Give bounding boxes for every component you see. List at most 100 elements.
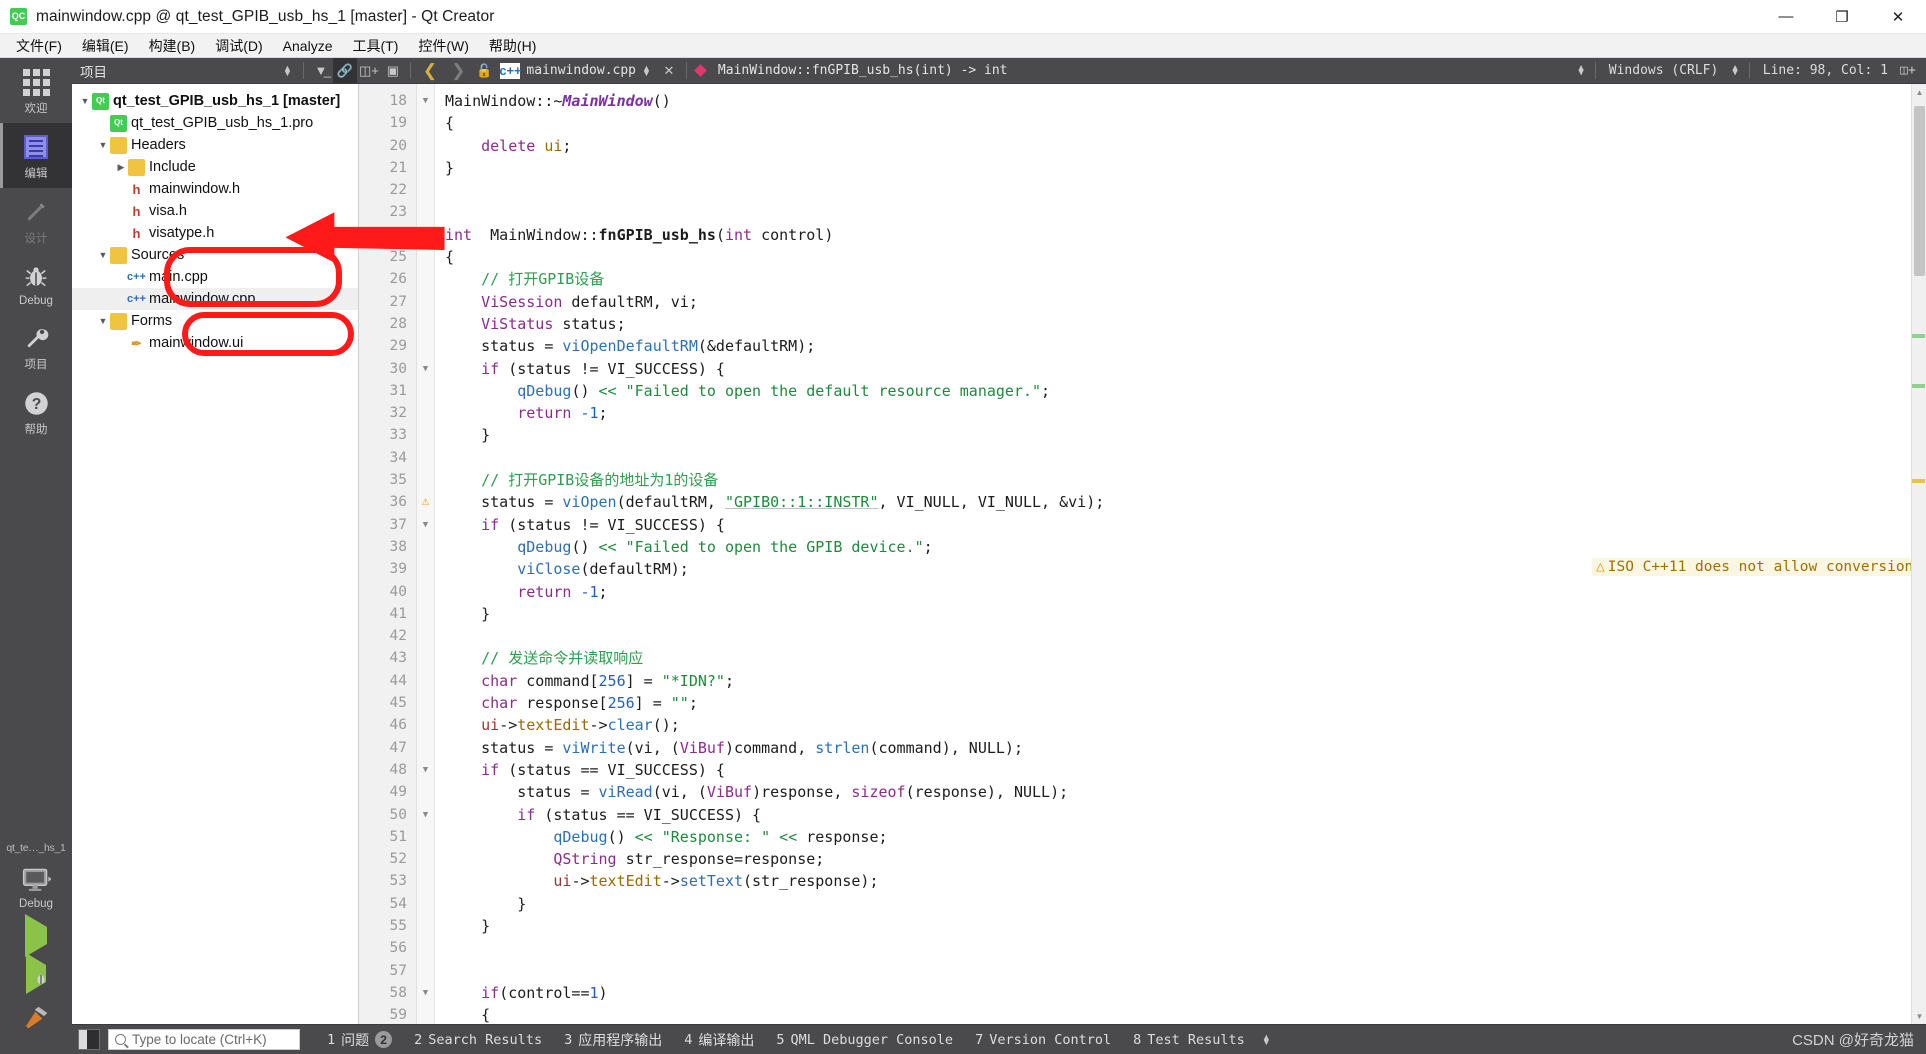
menu-widgets[interactable]: 控件(W) bbox=[408, 34, 479, 58]
split-editor-icon[interactable]: ◫+ bbox=[1896, 63, 1920, 78]
run-button[interactable] bbox=[0, 914, 72, 957]
close-file-icon[interactable]: ✕ bbox=[657, 58, 681, 83]
debug-button[interactable] bbox=[0, 953, 72, 994]
fold-marker-icon[interactable]: ▼ bbox=[417, 759, 434, 781]
code-line[interactable]: return -1; bbox=[435, 581, 1926, 603]
code-editor-pane[interactable]: 18 19 20 21 22 23 24 25 26 27 28 29 30 31 32 33 34 35 36 37… bbox=[359, 84, 1926, 1024]
toggle-sidebar-button[interactable] bbox=[78, 1029, 100, 1050]
chevron-right-icon[interactable]: ▶ bbox=[114, 162, 128, 173]
split-add-icon[interactable]: ◫+ bbox=[357, 58, 381, 83]
code-line[interactable]: if (status != VI_SUCCESS) { bbox=[435, 358, 1926, 380]
code-line[interactable]: { bbox=[435, 112, 1926, 134]
code-line[interactable]: char command[256] = "*IDN?"; bbox=[435, 670, 1926, 692]
code-text[interactable]: MainWindow::~MainWindow(){ delete ui;} i… bbox=[435, 84, 1926, 1024]
output-tab-------[interactable]: 3 应用程序输出 bbox=[553, 1030, 673, 1050]
mode-button-debug[interactable]: Debug bbox=[0, 253, 72, 314]
menu-edit[interactable]: 编辑(E) bbox=[72, 34, 139, 58]
code-line[interactable]: } bbox=[435, 893, 1926, 915]
code-line[interactable]: } bbox=[435, 424, 1926, 446]
code-line[interactable]: // 打开GPIB设备的地址为1的设备 bbox=[435, 469, 1926, 491]
tree-item-main.cpp[interactable]: c++ main.cpp bbox=[72, 266, 358, 288]
maximize-button[interactable]: ❐ bbox=[1814, 0, 1870, 33]
code-line[interactable]: int MainWindow::fnGPIB_usb_hs(int contro… bbox=[435, 224, 1926, 246]
output-tabs-overflow-icon[interactable]: ▲ ▼ bbox=[1256, 1032, 1277, 1046]
code-line[interactable]: ui->textEdit->setText(str_response); bbox=[435, 870, 1926, 892]
sort-updown-icon[interactable]: ▲ ▼ bbox=[277, 63, 298, 77]
encoding-dropdown-icon[interactable]: ▲ ▼ bbox=[1726, 63, 1743, 77]
code-line[interactable]: MainWindow::~MainWindow() bbox=[435, 90, 1926, 112]
scroll-down-arrow[interactable]: ▼ bbox=[1912, 1008, 1926, 1024]
menu-help[interactable]: 帮助(H) bbox=[479, 34, 546, 58]
fold-marker-icon[interactable]: ▼ bbox=[417, 358, 434, 380]
open-file-selector[interactable]: c++ mainwindow.cpp bbox=[496, 62, 636, 79]
code-line[interactable]: if(control==1) bbox=[435, 982, 1926, 1004]
code-line[interactable]: ViStatus status; bbox=[435, 313, 1926, 335]
output-tab-search-results[interactable]: 2 Search Results bbox=[403, 1032, 553, 1048]
chevron-down-icon[interactable]: ▼ bbox=[78, 96, 92, 106]
tree-item-include[interactable]: ▶ Include bbox=[72, 156, 358, 178]
code-line[interactable] bbox=[435, 447, 1926, 469]
minimize-button[interactable]: — bbox=[1758, 0, 1814, 33]
tree-item-visatype.h[interactable]: h visatype.h bbox=[72, 222, 358, 244]
back-icon[interactable]: ❮ bbox=[416, 61, 444, 81]
tree-item-qt_test_gpib_usb_hs_1--master-[interactable]: ▼ Qt qt_test_GPIB_usb_hs_1 [master] bbox=[72, 90, 358, 112]
code-line[interactable] bbox=[435, 960, 1926, 982]
code-line[interactable] bbox=[435, 625, 1926, 647]
code-line[interactable]: status = viRead(vi, (ViBuf)response, siz… bbox=[435, 781, 1926, 803]
run-configuration-selector[interactable]: Debug bbox=[0, 856, 72, 917]
output-tab-qml-debugger-console[interactable]: 5 QML Debugger Console bbox=[765, 1032, 964, 1048]
fold-marker-icon[interactable]: ▼ bbox=[417, 804, 434, 826]
menu-debug[interactable]: 调试(D) bbox=[205, 34, 272, 58]
code-line[interactable] bbox=[435, 179, 1926, 201]
forward-icon[interactable]: ❯ bbox=[444, 61, 472, 81]
warning-triangle-icon[interactable]: ⚠ bbox=[417, 491, 434, 513]
project-tree-pane[interactable]: ▼ Qt qt_test_GPIB_usb_hs_1 [master] Qt qt_te… bbox=[72, 84, 359, 1024]
code-line[interactable]: // 发送命令并读取响应 bbox=[435, 647, 1926, 669]
chevron-down-icon[interactable]: ▼ bbox=[96, 316, 110, 326]
scrollbar-thumb[interactable] bbox=[1914, 106, 1925, 276]
fold-marker-icon[interactable]: ▼ bbox=[417, 90, 434, 112]
symbol-selector[interactable]: MainWindow::fnGPIB_usb_hs(int) -> int bbox=[692, 63, 1008, 78]
code-line[interactable]: } bbox=[435, 157, 1926, 179]
layout-icon[interactable]: ▣ bbox=[381, 58, 405, 83]
code-line[interactable]: qDebug() << "Failed to open the GPIB dev… bbox=[435, 536, 1926, 558]
mode-button-welcome[interactable]: 欢迎 bbox=[0, 58, 72, 123]
file-dropdown-icon[interactable]: ▲ ▼ bbox=[636, 63, 657, 77]
code-line[interactable]: char response[256] = ""; bbox=[435, 692, 1926, 714]
code-line[interactable]: status = viOpen(defaultRM, "GPIB0::1::IN… bbox=[435, 491, 1926, 513]
code-line[interactable]: { bbox=[435, 246, 1926, 268]
mode-button-projects[interactable]: 项目 bbox=[0, 314, 72, 379]
output-tab-----[interactable]: 4 编译输出 bbox=[673, 1030, 765, 1050]
mode-button-design[interactable]: 设计 bbox=[0, 188, 72, 253]
chevron-down-icon[interactable]: ▼ bbox=[96, 140, 110, 150]
mode-button-edit[interactable]: 编辑 bbox=[0, 123, 72, 188]
code-line[interactable]: QString str_response=response; bbox=[435, 848, 1926, 870]
code-line[interactable]: delete ui; bbox=[435, 135, 1926, 157]
output-tab-version-control[interactable]: 7 Version Control bbox=[964, 1032, 1122, 1048]
fold-marker-column[interactable]: ▼ ▼ ▼ ⚠ ▼ ▼ ▼ ▼ bbox=[417, 84, 435, 1024]
fold-marker-icon[interactable]: ▼ bbox=[417, 982, 434, 1004]
link-icon[interactable]: 🔗 bbox=[332, 58, 357, 83]
close-button[interactable]: ✕ bbox=[1870, 0, 1926, 33]
chevron-down-icon[interactable]: ▼ bbox=[96, 250, 110, 260]
code-line[interactable]: if (status == VI_SUCCESS) { bbox=[435, 804, 1926, 826]
code-line[interactable]: qDebug() << "Failed to open the default … bbox=[435, 380, 1926, 402]
mode-button-help[interactable]: ? 帮助 bbox=[0, 379, 72, 444]
code-line[interactable]: return -1; bbox=[435, 402, 1926, 424]
filter-icon[interactable]: ▼̲ bbox=[309, 58, 333, 83]
code-line[interactable]: if (status == VI_SUCCESS) { bbox=[435, 759, 1926, 781]
tree-item-mainwindow.h[interactable]: h mainwindow.h bbox=[72, 178, 358, 200]
code-line[interactable] bbox=[435, 937, 1926, 959]
tree-item-mainwindow.ui[interactable]: ✒ mainwindow.ui bbox=[72, 332, 358, 354]
tree-item-qt_test_gpib_usb_hs_1.pro[interactable]: Qt qt_test_GPIB_usb_hs_1.pro bbox=[72, 112, 358, 134]
menu-analyze[interactable]: Analyze bbox=[273, 36, 343, 56]
code-line[interactable]: if (status != VI_SUCCESS) { bbox=[435, 514, 1926, 536]
code-line[interactable]: ViSession defaultRM, vi; bbox=[435, 291, 1926, 313]
tree-item-sources[interactable]: ▼ Sources bbox=[72, 244, 358, 266]
tree-item-headers[interactable]: ▼ Headers bbox=[72, 134, 358, 156]
code-line[interactable]: qDebug() << "Response: " << response; bbox=[435, 826, 1926, 848]
code-line[interactable]: status = viWrite(vi, (ViBuf)command, str… bbox=[435, 737, 1926, 759]
code-line[interactable]: { bbox=[435, 1004, 1926, 1024]
tree-item-visa.h[interactable]: h visa.h bbox=[72, 200, 358, 222]
line-ending-label[interactable]: Windows (CRLF) bbox=[1601, 63, 1727, 78]
